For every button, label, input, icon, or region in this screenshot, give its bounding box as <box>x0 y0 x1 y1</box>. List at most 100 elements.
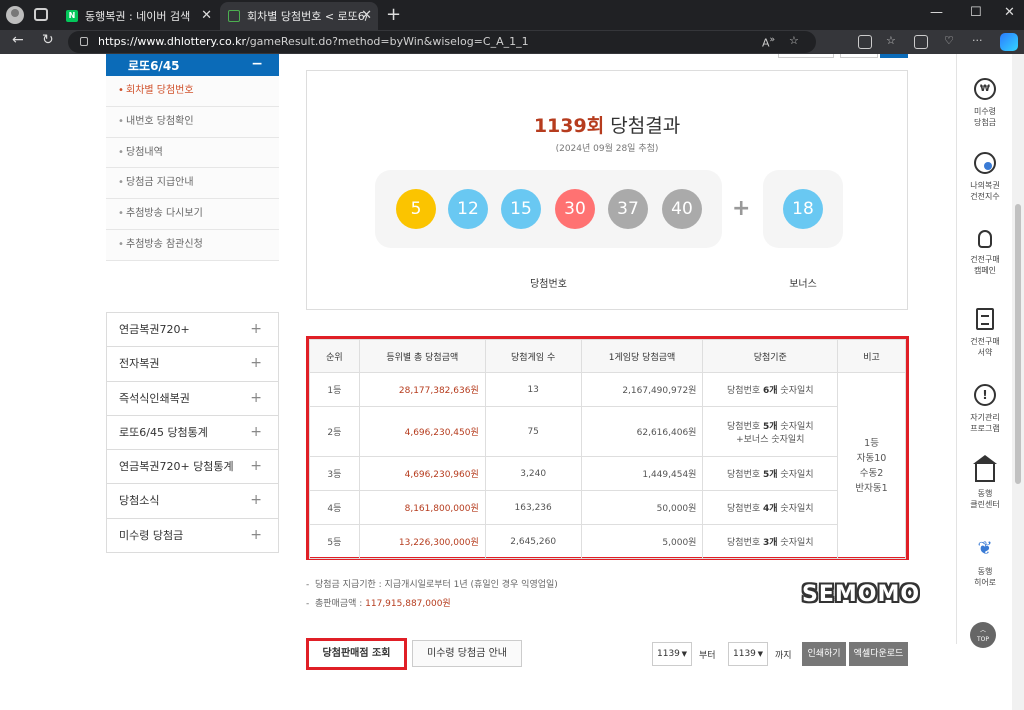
quick-item-health-index[interactable]: 나의복권 건전지수 <box>957 152 1013 202</box>
expand-icon: + <box>250 423 262 440</box>
round-from-select[interactable] <box>778 54 834 58</box>
table-row: 5등 13,226,300,000원 2,645,260 5,000원 당첨번호… <box>309 524 906 559</box>
cell-criteria: 당첨번호 3개 숫자일치 <box>702 524 839 559</box>
read-aloud-icon[interactable]: A» <box>762 34 775 50</box>
criteria-count: 5개 <box>763 421 778 432</box>
browser-toolbar: ← ↻ https://www.dhlottery.co.kr/gameResu… <box>0 30 1024 54</box>
sidebar-sub-item-payment-guide[interactable]: 당첨금 지급안내 <box>106 168 279 200</box>
quick-item-label: 동행 히어로 <box>973 567 997 587</box>
pledge-icon <box>976 308 994 330</box>
cell-per-game: 1,449,454원 <box>580 456 704 491</box>
criteria-count: 6개 <box>763 386 778 396</box>
bonus-label: 보너스 <box>789 279 817 290</box>
tab-naver-search[interactable]: N 동행복권 : 네이버 검색 ✕ <box>58 2 218 30</box>
expand-icon: + <box>250 389 262 406</box>
tab-title: 동행복권 : 네이버 검색 <box>85 10 191 23</box>
winning-shop-button[interactable]: 당첨판매점 조회 <box>306 638 407 670</box>
quick-item-campaign[interactable]: 건전구매 캠페인 <box>957 230 1013 276</box>
sidebar-sub-item-win-history[interactable]: 당첨내역 <box>106 137 279 169</box>
sidebar-section-lotto645[interactable]: 로또6/45 − <box>106 54 279 76</box>
unclaimed-guide-button[interactable]: 미수령 당첨금 안내 <box>412 640 522 667</box>
quick-item-label: 건전구매 서약 <box>970 337 1000 357</box>
heart-icon[interactable]: ♡ <box>944 34 954 47</box>
tab-title: 회차별 당첨번호 < 로또6/45 < 당 <box>247 10 367 23</box>
sidebar-sub-item-check-my-number[interactable]: 내번호 당첨확인 <box>106 106 279 138</box>
criteria-text: 당첨번호 <box>727 386 763 396</box>
notes: - 당첨금 지급기한 : 지급개시일로부터 1년 (휴일인 경우 익영업일) -… <box>306 576 558 614</box>
round-to-select[interactable] <box>840 54 878 58</box>
result-title: 1139회 당첨결과 <box>307 111 907 138</box>
criteria-text: 당첨번호 <box>727 421 763 432</box>
tab-lottery-result[interactable]: 회차별 당첨번호 < 로또6/45 < 당 ✕ <box>220 2 378 30</box>
sidebar-item-pension720[interactable]: 연금복권720+ + <box>107 312 278 347</box>
sidebar-sub-item-attend[interactable]: 추첨방송 참관신청 <box>106 229 279 261</box>
minimize-icon[interactable]: — <box>930 5 943 20</box>
tab-close-icon[interactable]: ✕ <box>361 8 372 23</box>
split-screen-icon[interactable] <box>858 35 872 49</box>
sidebar-section-title: 로또6/45 <box>128 59 180 73</box>
page-scrollbar[interactable] <box>1012 54 1024 710</box>
search-button[interactable] <box>880 54 908 58</box>
maximize-icon[interactable]: ☐ <box>970 5 982 20</box>
address-bar[interactable]: https://www.dhlottery.co.kr/gameResult.d… <box>68 31 816 53</box>
result-title-suffix: 당첨결과 <box>610 115 681 137</box>
sidebar-item-instant[interactable]: 즉석식인쇄복권 + <box>107 380 278 415</box>
collections-icon[interactable] <box>914 35 928 49</box>
sidebar-item-unclaimed[interactable]: 미수령 당첨금 + <box>107 517 278 553</box>
quick-item-unclaimed[interactable]: ₩ 미수령 당첨금 <box>957 78 1013 128</box>
print-button[interactable]: 인쇄하기 <box>802 642 846 666</box>
deadline-text: 당첨금 지급기한 : 지급개시일로부터 1년 (휴일인 경우 익영업일) <box>314 580 558 590</box>
round-selector-top <box>706 54 908 62</box>
scrollbar-thumb[interactable] <box>1015 204 1021 484</box>
bulb-icon <box>978 230 992 248</box>
note-line: 1등 <box>864 437 879 449</box>
cell-per-game: 5,000원 <box>580 524 704 559</box>
tab-actions-icon[interactable] <box>34 8 48 21</box>
table-row: 4등 8,161,800,000원 163,236 50,000원 당첨번호 4… <box>309 490 906 525</box>
quick-item-pledge[interactable]: 건전구매 서약 <box>957 308 1013 358</box>
tab-close-icon[interactable]: ✕ <box>201 8 212 23</box>
cell-games: 2,645,260 <box>484 524 582 559</box>
quick-menu: ₩ 미수령 당첨금 나의복권 건전지수 건전구매 캠페인 건전구매 서약 ! 자기관… <box>956 54 1012 644</box>
scroll-top-button[interactable]: ︿ TOP <box>970 622 996 648</box>
to-round-value: 1139 <box>733 649 756 659</box>
cell-games: 13 <box>484 372 582 407</box>
table-row: 1등 28,177,382,636원 13 2,167,490,972원 당첨번… <box>309 372 906 559</box>
more-icon[interactable]: ··· <box>972 34 983 47</box>
sidebar-sub-item-round-results[interactable]: 회차별 당첨번호 <box>106 76 279 107</box>
to-round-select[interactable]: 1139 ▼ <box>728 642 768 666</box>
sidebar-item-lotto-stats[interactable]: 로또6/45 당첨통계 + <box>107 414 278 450</box>
header-total: 등위별 총 당첨금액 <box>358 339 486 373</box>
profile-avatar[interactable] <box>6 6 24 24</box>
from-label: 부터 <box>699 651 716 661</box>
window-close-icon[interactable]: ✕ <box>1004 5 1015 20</box>
favorite-star-icon[interactable]: ☆ <box>789 34 799 47</box>
sidebar-sub-item-replay[interactable]: 추첨방송 다시보기 <box>106 199 279 230</box>
criteria-text: 숫자일치 <box>777 421 814 432</box>
quick-item-label: 미수령 당첨금 <box>973 107 997 127</box>
sidebar-item-news[interactable]: 당첨소식 + <box>107 483 278 518</box>
quick-item-clean-center[interactable]: 동행 클린센터 <box>957 455 1013 510</box>
cell-criteria: 당첨번호 6개 숫자일치 <box>702 372 839 407</box>
cell-note: 1등 자동10 수동2 반자동1 <box>837 372 906 559</box>
cell-games: 163,236 <box>484 490 582 525</box>
excel-download-button[interactable]: 엑셀다운로드 <box>849 642 908 666</box>
cell-games: 75 <box>484 406 582 457</box>
favorites-icon[interactable]: ☆ <box>886 34 896 47</box>
to-label: 까지 <box>775 651 792 661</box>
back-icon[interactable]: ← <box>12 32 24 48</box>
round-number: 1139회 <box>533 115 605 137</box>
quick-item-self-care[interactable]: ! 자기관리 프로그램 <box>957 384 1013 434</box>
sidebar-item-label: 즉석식인쇄복권 <box>119 391 190 405</box>
sidebar-item-pension-stats[interactable]: 연금복권720+ 당첨통계 + <box>107 449 278 484</box>
from-round-value: 1139 <box>657 649 680 659</box>
new-tab-icon[interactable]: + <box>386 4 401 25</box>
collapse-icon[interactable]: − <box>251 54 263 74</box>
quick-item-hero[interactable]: ❦ 동행 히어로 <box>957 538 1013 588</box>
copilot-icon[interactable] <box>1000 33 1018 51</box>
sidebar-item-e-lottery[interactable]: 전자복권 + <box>107 346 278 381</box>
criteria-count: 4개 <box>763 504 778 514</box>
refresh-icon[interactable]: ↻ <box>42 32 54 48</box>
warning-icon: ! <box>974 384 996 406</box>
from-round-select[interactable]: 1139 ▼ <box>652 642 692 666</box>
